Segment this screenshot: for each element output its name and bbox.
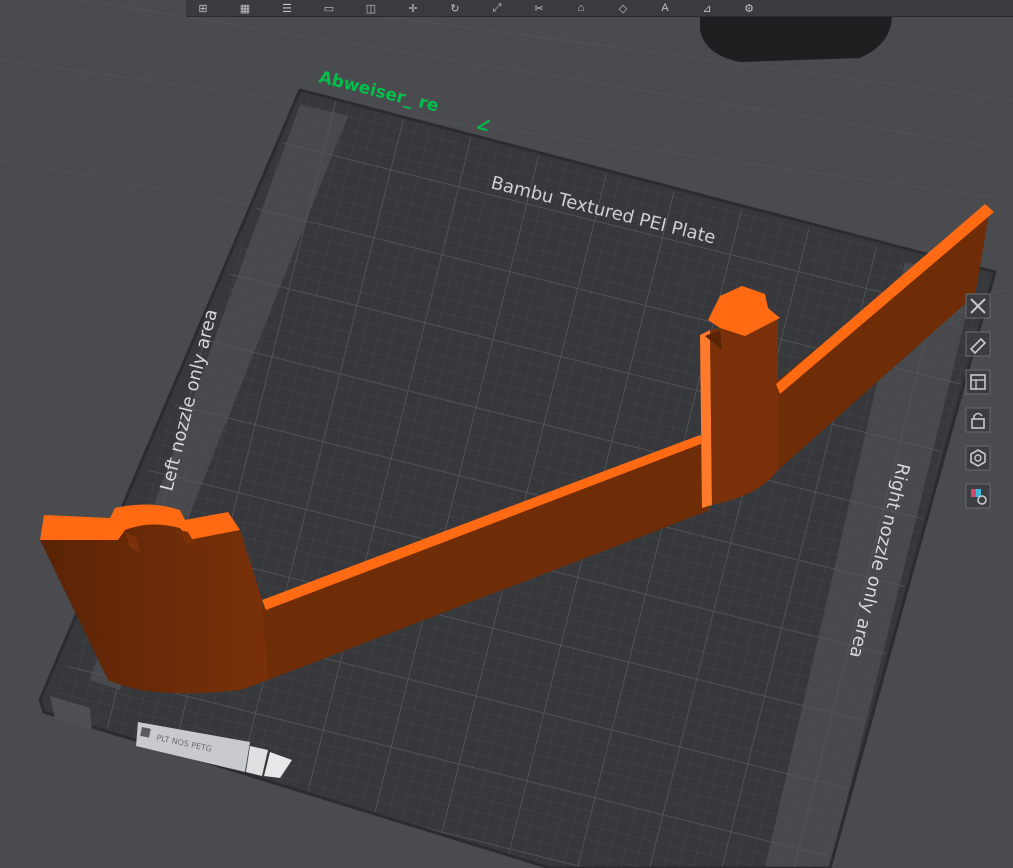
plate-tag-logo-icon <box>140 727 151 738</box>
close-icon[interactable] <box>962 290 994 322</box>
measure-icon[interactable]: ⊿ <box>690 1 724 15</box>
edit-name-icon[interactable] <box>477 118 491 132</box>
3d-viewport[interactable]: Abweiser_ re Bambu Textured PEI Plate Le… <box>0 0 1013 868</box>
seam-icon[interactable]: ◇ <box>606 1 640 15</box>
assemble-icon[interactable]: ⚙ <box>732 1 766 15</box>
move-icon[interactable]: ✛ <box>396 1 430 15</box>
layers-icon[interactable] <box>962 366 994 398</box>
text-icon[interactable]: A <box>648 1 682 15</box>
add-object-icon[interactable]: ⊞ <box>186 1 220 15</box>
settings-icon[interactable] <box>962 442 994 474</box>
layout-icon[interactable]: ▦ <box>228 1 262 15</box>
lock-icon[interactable] <box>962 404 994 436</box>
arrange-icon[interactable]: ▭ <box>312 1 346 15</box>
scale-icon[interactable]: ⤢ <box>480 1 514 15</box>
filament-icon[interactable] <box>962 480 994 512</box>
orient-icon[interactable]: ◫ <box>354 1 388 15</box>
split-icon[interactable]: ☰ <box>270 1 304 15</box>
cut-icon[interactable]: ✂ <box>522 1 556 15</box>
side-toolbar <box>958 290 998 512</box>
support-icon[interactable]: ⌂ <box>564 1 598 15</box>
rotate-icon[interactable]: ↻ <box>438 1 472 15</box>
edit-icon[interactable] <box>962 328 994 360</box>
top-toolbar: ⊞ ▦ ☰ ▭ ◫ ✛ ↻ ⤢ ✂ ⌂ ◇ A ⊿ ⚙ <box>186 0 1013 17</box>
